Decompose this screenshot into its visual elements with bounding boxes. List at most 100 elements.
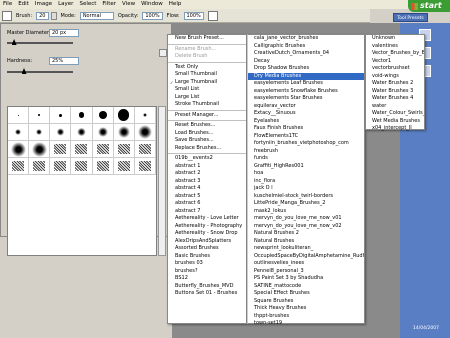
brush-library-item[interactable]: mervyn_do_you_love_me_now_v02 <box>248 223 364 231</box>
menu-item[interactable]: Save Brushes... <box>168 137 246 145</box>
brush-thumbnail[interactable] <box>71 107 93 124</box>
brush-library-item[interactable]: newsprint_lookuliteran_ <box>248 245 364 253</box>
brush-library-item[interactable]: Drop Shadow Brushes <box>248 65 364 73</box>
hardness-input[interactable]: 25% <box>49 57 79 65</box>
menu-file[interactable]: File <box>0 0 15 9</box>
menu-item[interactable]: abstract 3 <box>168 178 246 186</box>
brush-picker-chevron-icon[interactable] <box>50 11 57 20</box>
brush-library-item[interactable]: Vector_Brushes_by_BLasteR <box>366 50 424 58</box>
brush-thumbnail[interactable] <box>50 141 72 158</box>
menu-item[interactable]: Basic Brushes <box>168 253 246 261</box>
menu-edit[interactable]: Edit <box>15 0 32 9</box>
brush-library-item[interactable]: equilerav_vector <box>248 103 364 111</box>
brush-thumbnail[interactable] <box>92 124 114 141</box>
menu-item[interactable]: Load Brushes... <box>168 130 246 138</box>
brush-thumbnail[interactable] <box>113 124 135 141</box>
brush-thumbnail[interactable] <box>8 158 30 175</box>
brush-library-item[interactable]: outlinesvelies_inees <box>248 260 364 268</box>
menu-item[interactable]: Stroke Thumbnail <box>168 101 246 109</box>
brush-library-item[interactable]: Natural Brushes 2 <box>248 230 364 238</box>
menu-item[interactable]: Small Thumbnail <box>168 71 246 79</box>
brush-thumbnail[interactable] <box>29 107 51 124</box>
menu-layer[interactable]: Layer <box>55 0 76 9</box>
menu-item[interactable]: brushes 03 <box>168 260 246 268</box>
brush-library-item[interactable]: jack O l <box>248 185 364 193</box>
slider-handle[interactable] <box>21 68 27 74</box>
menu-item[interactable]: abstract 5 <box>168 193 246 201</box>
brush-library-item[interactable]: fortyniin_brushes_vietphotoshop_com <box>248 140 364 148</box>
brush-library-item[interactable]: x04_intercept_II <box>366 125 424 133</box>
brush-library-item[interactable]: Special Effect Brushes <box>248 290 364 298</box>
brush-thumbnail[interactable] <box>71 141 93 158</box>
brush-thumbnail[interactable] <box>50 124 72 141</box>
brush-thumbnail[interactable] <box>29 158 51 175</box>
brush-library-item[interactable]: SATINE_mattocode <box>248 283 364 291</box>
menu-filter[interactable]: Filter <box>99 0 119 9</box>
menu-help[interactable]: Help <box>166 0 185 9</box>
mode-select[interactable]: Normal <box>79 11 114 20</box>
slider-handle[interactable] <box>11 39 17 45</box>
brush-library-item[interactable]: Graffiti_HighRes001 <box>248 163 364 171</box>
menu-item[interactable]: BS12 <box>168 275 246 283</box>
brush-thumbnail[interactable] <box>113 107 135 124</box>
brush-library-item[interactable]: Pennel8_personal_3 <box>248 268 364 276</box>
menu-item[interactable]: Replace Brushes... <box>168 145 246 153</box>
menu-item[interactable]: abstract 7 <box>168 208 246 216</box>
menu-item[interactable]: abstract 4 <box>168 185 246 193</box>
brush-library-item[interactable]: Dry Media Brushes <box>248 72 364 80</box>
picker-menu-arrow-icon[interactable] <box>159 49 167 57</box>
brush-library-item[interactable]: Unknown <box>366 35 424 43</box>
master-diameter-input[interactable]: 20 px <box>49 29 79 37</box>
brush-library-item[interactable]: mask2_lokus <box>248 208 364 216</box>
brush-library-item[interactable]: cala_jane_vector_brushes <box>248 35 364 43</box>
menu-item[interactable]: brushes? <box>168 268 246 276</box>
brush-library-item[interactable]: easyelements Snowflake Brushes <box>248 88 364 96</box>
menu-item[interactable]: 019b__events2 <box>168 155 246 163</box>
brush-library-item[interactable]: Thick Heavy Brushes <box>248 305 364 313</box>
brush-tool-icon[interactable] <box>2 10 12 21</box>
menu-view[interactable]: View <box>119 0 138 9</box>
brush-library-item[interactable]: CreativeDutch_Ornaments_04 <box>248 50 364 58</box>
menu-item[interactable]: Butterfly_Brushes_MVD <box>168 283 246 291</box>
brush-library-item[interactable]: LittePride_Manga_Brushes_2 <box>248 200 364 208</box>
brush-library-item[interactable]: Wet Media Brushes <box>366 118 424 126</box>
brush-library-item[interactable]: kuschelmiel-stock_twirl-borders <box>248 193 364 201</box>
brush-library-item[interactable]: vectorbrushset <box>366 65 424 73</box>
brush-thumbnail[interactable] <box>134 124 156 141</box>
menu-item[interactable]: abstract 6 <box>168 200 246 208</box>
brush-library-item[interactable]: freebrush <box>248 148 364 156</box>
menu-item[interactable]: New Brush Preset... <box>168 35 246 43</box>
menu-select[interactable]: Select <box>76 0 99 9</box>
brush-library-item[interactable]: Vector1 <box>366 58 424 66</box>
brush-thumbnail-grid[interactable] <box>7 106 157 256</box>
brush-library-item[interactable]: Faux Finish Brushes <box>248 125 364 133</box>
brush-library-item[interactable]: Water Brushes 3 <box>366 88 424 96</box>
menu-item[interactable]: Aethereality - Love Letter <box>168 215 246 223</box>
brush-library-item[interactable]: inc_flora <box>248 178 364 186</box>
brush-library-item[interactable]: Calligraphic Brushes <box>248 43 364 51</box>
brush-size-picker[interactable]: 20 <box>36 11 49 20</box>
brush-library-item[interactable]: Water_Colour_Swirls___Bella_Missu <box>366 110 424 118</box>
brush-thumbnail[interactable] <box>134 107 156 124</box>
airbrush-icon[interactable] <box>207 10 218 21</box>
brush-thumbnail[interactable] <box>92 141 114 158</box>
menu-item[interactable]: Aethereality - Snow Drop <box>168 230 246 238</box>
brush-thumbnail[interactable] <box>134 158 156 175</box>
menu-item[interactable]: Assorted Brushes <box>168 245 246 253</box>
brush-thumbnail[interactable] <box>92 107 114 124</box>
brush-library-item[interactable]: Water Brushes 2 <box>366 80 424 88</box>
brush-library-item[interactable]: Square Brushes <box>248 298 364 306</box>
brush-library-item[interactable]: FlowElements1TC <box>248 133 364 141</box>
brush-library-item[interactable]: PS Paint Set 3 by Shadudha <box>248 275 364 283</box>
brush-thumbnail[interactable] <box>8 124 30 141</box>
menu-window[interactable]: Window <box>138 0 166 9</box>
brush-library-item[interactable]: mervyn_do_you_love_me_now_v01 <box>248 215 364 223</box>
menu-item[interactable]: Aethereality - Photography <box>168 223 246 231</box>
brush-library-item[interactable]: town-set19 <box>248 320 364 328</box>
opacity-input[interactable]: 100% <box>142 11 163 20</box>
brush-thumbnail[interactable] <box>29 141 51 158</box>
start-button[interactable]: start <box>408 0 450 12</box>
hardness-slider[interactable] <box>7 68 73 74</box>
brush-library-item[interactable]: thppt-brushes <box>248 313 364 321</box>
brush-thumbnail[interactable] <box>50 158 72 175</box>
